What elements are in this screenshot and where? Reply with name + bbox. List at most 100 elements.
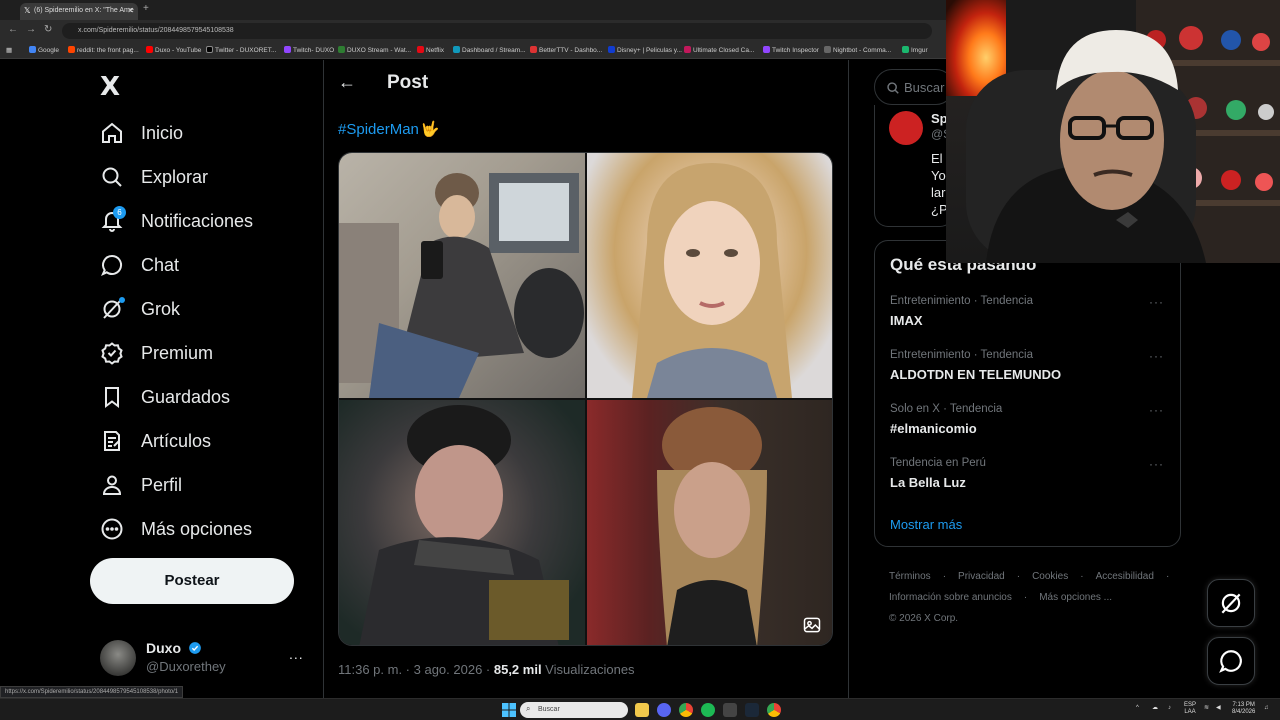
trend-name: #elmanicomio (890, 421, 977, 436)
trend-item[interactable]: Tendencia en Perú La Bella Luz ··· (890, 457, 1170, 497)
search-icon (102, 167, 122, 187)
bookmark-item[interactable]: Twitter - DUXORET... (206, 46, 276, 54)
footer-link[interactable]: Accesibilidad (1096, 571, 1154, 582)
bookmark-item[interactable]: Ultimate Closed Ca... (684, 46, 754, 54)
reload-icon[interactable]: ↻ (44, 24, 52, 35)
taskbar-search[interactable]: ⌕ Buscar (520, 702, 628, 718)
trend-item[interactable]: Entretenimiento · Tendencia IMAX ··· (890, 295, 1170, 335)
bookmark-icon (105, 387, 119, 408)
footer-link[interactable]: Privacidad (958, 571, 1005, 582)
bookmark-item[interactable]: Google (29, 46, 59, 54)
bookmark-item[interactable]: reddit: the front pag... (68, 46, 139, 54)
nav-item-grok[interactable]: Grok (100, 294, 180, 324)
post-timestamp[interactable]: 11:36 p. m. · 3 ago. 2026 · (338, 662, 494, 677)
bookmark-item[interactable]: BetterTTV - Dashbo... (530, 46, 602, 54)
nav-item-perfil[interactable]: Perfil (100, 470, 182, 500)
bookmark-item[interactable]: Duxo - YouTube (146, 46, 201, 54)
footer-link[interactable]: Cookies (1032, 571, 1068, 582)
language-indicator[interactable]: ESP LAA (1184, 702, 1196, 716)
clock[interactable]: 7:13 PM 8/4/2026 (1232, 702, 1255, 716)
photo-4[interactable] (587, 400, 832, 645)
nav-label: Grok (141, 298, 181, 319)
trend-item[interactable]: Solo en X · Tendencia #elmanicomio ··· (890, 403, 1170, 443)
apps-icon[interactable]: ▦ (6, 46, 12, 54)
search-icon (887, 82, 899, 94)
spotify-icon[interactable] (701, 703, 715, 717)
chevron-up-icon[interactable]: ^ (1136, 705, 1139, 712)
chat-fab-button[interactable] (1207, 637, 1255, 685)
notification-badge: 6 (113, 206, 126, 219)
nav-label: Perfil (141, 474, 183, 495)
footer-link[interactable]: Términos (889, 571, 931, 582)
chrome-icon[interactable] (679, 703, 693, 717)
photo-2[interactable] (587, 153, 832, 398)
forward-arrow-icon[interactable]: → (26, 24, 36, 35)
nav-label: Premium (141, 342, 214, 363)
trend-item[interactable]: Entretenimiento · Tendencia ALDOTDN EN T… (890, 349, 1170, 389)
hashtag-link[interactable]: #SpiderMan 🤟 (338, 120, 440, 138)
volume-icon[interactable]: ◀ (1216, 705, 1221, 712)
nav-label: Más opciones (141, 518, 253, 539)
photo-1[interactable] (339, 153, 585, 398)
search-placeholder: Buscar (904, 80, 945, 95)
bookmarks-bar: ▦ Google reddit: the front pag... Duxo -… (0, 42, 946, 59)
nav-item-premium[interactable]: Premium (100, 338, 213, 368)
bookmark-item[interactable]: Dashboard / Stream... (453, 46, 526, 54)
discord-icon[interactable] (657, 703, 671, 717)
network-icon[interactable]: ☁ (1152, 705, 1158, 712)
footer-link[interactable]: Información sobre anuncios (889, 592, 1012, 603)
copyright: © 2026 X Corp. (889, 613, 959, 624)
notification-bell-icon[interactable]: ♫ (1264, 705, 1269, 712)
url-field[interactable]: x.com/Spideremilio/status/20844985795451… (62, 23, 932, 39)
close-icon[interactable]: ✕ (127, 6, 134, 15)
who-to-follow-card[interactable]: Sp @S El Yo lar ¿P (874, 105, 954, 227)
tab-title: (6) Spideremilio en X: "The Ame (34, 7, 134, 14)
grok-fab-button[interactable] (1207, 579, 1255, 627)
bookmark-item[interactable]: Disney+ | Peliculas y... (608, 46, 682, 54)
nav-item-inicio[interactable]: Inicio (100, 118, 183, 148)
url-text: x.com/Spideremilio/status/20844985795451… (78, 27, 234, 34)
post-button[interactable]: Postear (90, 558, 294, 604)
more-icon[interactable]: ... (289, 646, 304, 662)
nav-item-articulos[interactable]: Artículos (100, 426, 211, 456)
bookmark-item[interactable]: Twitch- DUXO (284, 46, 334, 54)
nav-item-notificaciones[interactable]: 6 Notificaciones (100, 206, 253, 236)
more-icon[interactable]: ··· (1149, 295, 1164, 309)
new-tab-icon[interactable]: + (143, 3, 149, 14)
nav-item-chat[interactable]: Chat (100, 250, 179, 280)
premium-icon (101, 342, 123, 365)
bookmark-item[interactable]: Netflix (417, 46, 444, 54)
bookmark-item[interactable]: Nightbot - Comma... (824, 46, 891, 54)
back-arrow-icon[interactable]: ← (338, 72, 356, 93)
app-icon[interactable] (723, 703, 737, 717)
photo-3[interactable] (339, 400, 585, 645)
browser-tab[interactable]: 𝕏 (6) Spideremilio en X: "The Ame ✕ (20, 3, 138, 20)
steam-icon[interactable] (745, 703, 759, 717)
trend-name: La Bella Luz (890, 475, 966, 490)
alt-text-icon[interactable] (802, 615, 822, 635)
more-icon[interactable]: ··· (1149, 403, 1164, 417)
photo-4-illustration (657, 407, 767, 645)
show-more-link[interactable]: Mostrar más (890, 517, 962, 532)
nav-label: Chat (141, 254, 180, 275)
nav-item-guardados[interactable]: Guardados (100, 382, 230, 412)
more-icon[interactable]: ··· (1149, 457, 1164, 471)
wifi-icon[interactable]: ≋ (1204, 705, 1209, 712)
bookmark-item[interactable]: DUXO Stream - Wat... (338, 46, 411, 54)
windows-start-icon[interactable] (502, 703, 516, 717)
footer-link[interactable]: Más opciones ... (1039, 592, 1112, 603)
bookmark-item[interactable]: Imgur (902, 46, 928, 54)
chrome-icon[interactable] (767, 703, 781, 717)
search-input[interactable]: Buscar (874, 69, 954, 105)
address-bar: ← → ↻ x.com/Spideremilio/status/20844985… (0, 20, 946, 42)
nav-item-explorar[interactable]: Explorar (100, 162, 208, 192)
nav-item-mas-opciones[interactable]: Más opciones (100, 514, 252, 544)
file-explorer-icon[interactable] (635, 703, 649, 717)
bookmark-item[interactable]: Twitch Inspector (763, 46, 819, 54)
account-switcher[interactable]: Duxo @Duxorethey ... (100, 638, 310, 678)
more-icon[interactable]: ··· (1149, 349, 1164, 363)
unread-dot (119, 297, 125, 303)
back-arrow-icon[interactable]: ← (8, 24, 18, 35)
x-logo[interactable]: X (100, 72, 120, 102)
mic-icon[interactable]: ♪ (1168, 705, 1171, 712)
